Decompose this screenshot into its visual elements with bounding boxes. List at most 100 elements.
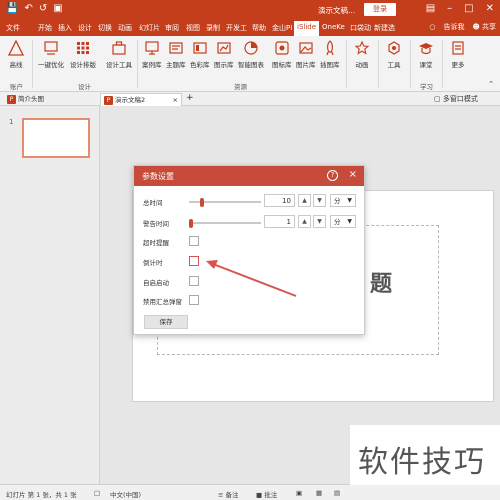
design-layout-button-label: 设计排版 <box>70 61 96 69</box>
notes-button[interactable]: ≡ 备注 <box>218 489 239 499</box>
tools-button-label: 工具 <box>387 61 401 69</box>
dialog-title: 参数设置 <box>142 172 174 181</box>
more-button-label: 更多 <box>451 61 465 69</box>
dialog-header: 参数设置 ? × <box>134 166 364 186</box>
disable-popup-checkbox[interactable] <box>189 295 199 305</box>
close-window-icon[interactable]: ✕ <box>486 3 494 14</box>
share-button[interactable]: ☻ 共享 <box>472 22 496 32</box>
total-time-input[interactable]: 10 <box>264 194 295 207</box>
comments-button[interactable]: ■ 批注 <box>256 489 277 499</box>
case-lib-button[interactable]: 案例库 <box>142 40 162 69</box>
normal-view-icon[interactable]: ▣ <box>296 489 302 497</box>
warning-time-slider-knob[interactable] <box>189 219 193 228</box>
tab-pocket-anim[interactable]: 口袋动 <box>350 23 371 33</box>
autostart-checkbox[interactable] <box>189 276 199 286</box>
icon-lib-button[interactable]: 图标库 <box>272 40 292 69</box>
maximize-icon[interactable]: □ <box>464 3 473 14</box>
tab-transitions[interactable]: 切换 <box>98 23 112 33</box>
tab-developer[interactable]: 开发工 <box>226 23 247 33</box>
tell-me-link[interactable]: 告诉我 <box>443 22 464 32</box>
ppt-icon: P <box>7 95 16 104</box>
theme-icon <box>169 42 183 54</box>
total-time-up-button[interactable]: ▲ <box>298 194 311 207</box>
document-title: 演示文稿... <box>318 6 356 15</box>
tab-animations[interactable]: 动画 <box>118 23 132 33</box>
minimize-icon[interactable]: – <box>447 3 452 14</box>
add-tab-button[interactable]: + <box>186 93 194 103</box>
image-lib-button[interactable]: 图片库 <box>296 40 316 69</box>
palette-icon <box>193 42 207 54</box>
parameter-settings-dialog: 参数设置 ? × 总时间 10 ▲ ▼ 分 ▼ 警告时间 1 ▲ ▼ 分 ▼ 超… <box>133 165 365 335</box>
star-icon <box>354 40 370 55</box>
group-design-label: 设计 <box>78 83 91 91</box>
doc-tab-presentation2[interactable]: P 演示文稿2 × <box>100 93 182 106</box>
slide-number: 1 <box>9 118 14 126</box>
close-icon[interactable]: × <box>349 169 357 180</box>
watermark: 软件技巧 <box>350 425 500 485</box>
tab-islide[interactable]: iSlide <box>294 21 320 36</box>
doc-tab-intro[interactable]: P 简介头图 <box>4 93 96 106</box>
tab-new-selection[interactable]: 新建选 <box>374 23 395 33</box>
tab-jinshan[interactable]: 金山PI <box>272 23 292 33</box>
multi-window-toggle[interactable]: ▢ 多窗口模式 <box>434 94 478 104</box>
accessibility-icon[interactable]: □ <box>94 489 100 497</box>
warning-time-up-button[interactable]: ▲ <box>298 215 311 228</box>
theme-lib-button[interactable]: 主题库 <box>166 40 186 69</box>
color-lib-button-label: 色彩库 <box>190 61 210 69</box>
graduation-cap-icon <box>419 43 433 55</box>
ppt-icon: P <box>104 96 113 105</box>
design-tools-button[interactable]: 设计工具 <box>106 40 132 69</box>
color-lib-button[interactable]: 色彩库 <box>190 40 210 69</box>
total-time-down-button[interactable]: ▼ <box>313 194 326 207</box>
more-button[interactable]: 更多 <box>450 40 466 69</box>
present-icon[interactable]: ▣ <box>53 3 62 14</box>
save-icon[interactable]: 💾 <box>6 3 18 14</box>
account-button[interactable]: 高线 <box>8 40 24 69</box>
chart-lib-button[interactable]: 图示库 <box>214 40 234 69</box>
reading-view-icon[interactable]: ▤ <box>334 489 340 497</box>
warning-time-input[interactable]: 1 <box>264 215 295 228</box>
total-time-slider-knob[interactable] <box>200 198 204 207</box>
save-button[interactable]: 保存 <box>144 315 188 329</box>
diagram-icon <box>217 42 231 54</box>
slide-thumbnail[interactable] <box>22 118 90 158</box>
language-status[interactable]: 中文(中国) <box>110 489 141 499</box>
design-layout-button[interactable]: 设计排版 <box>70 40 96 69</box>
warning-time-unit-select[interactable]: 分 ▼ <box>330 215 356 228</box>
tab-insert[interactable]: 插入 <box>58 23 72 33</box>
warning-time-slider[interactable] <box>189 219 261 228</box>
tab-oneke[interactable]: OneKe <box>322 23 345 31</box>
tab-record[interactable]: 录制 <box>206 23 220 33</box>
total-time-unit-select[interactable]: 分 ▼ <box>330 194 356 207</box>
illustration-lib-button[interactable]: 插图库 <box>320 40 340 69</box>
tab-file[interactable]: 文件 <box>6 23 20 33</box>
tab-help[interactable]: 帮助 <box>252 23 266 33</box>
redo-icon[interactable]: ↺ <box>39 3 47 14</box>
tab-review[interactable]: 审阅 <box>165 23 179 33</box>
ribbon-display-icon[interactable]: ▤ <box>426 3 435 14</box>
warning-time-down-button[interactable]: ▼ <box>313 215 326 228</box>
disable-popup-label: 禁用汇总弹窗 <box>143 298 182 306</box>
optimize-button[interactable]: 一键优化 <box>38 40 64 69</box>
sorter-view-icon[interactable]: ▦ <box>316 489 322 497</box>
collapse-ribbon-icon[interactable]: ⌃ <box>488 80 494 88</box>
animation-button[interactable]: 动画 <box>354 40 370 69</box>
tab-view[interactable]: 视图 <box>186 23 200 33</box>
classroom-button[interactable]: 课堂 <box>418 40 434 69</box>
undo-icon[interactable]: ↶ <box>24 3 32 14</box>
smart-chart-button[interactable]: 智能图表 <box>238 40 264 69</box>
tools-button[interactable]: 工具 <box>386 40 402 69</box>
total-time-slider[interactable] <box>189 198 261 207</box>
login-button[interactable]: 登录 <box>364 3 396 16</box>
toolbox-icon <box>112 41 126 55</box>
tab-design[interactable]: 设计 <box>78 23 92 33</box>
rocket-icon <box>326 40 334 56</box>
autostart-label: 自启启动 <box>143 279 169 287</box>
close-tab-icon[interactable]: × <box>173 94 178 106</box>
help-icon[interactable]: ? <box>327 170 338 181</box>
tab-slideshow[interactable]: 幻灯片 <box>139 23 160 33</box>
countdown-checkbox[interactable] <box>189 256 199 266</box>
overtime-alert-label: 超时提醒 <box>143 239 169 247</box>
overtime-alert-checkbox[interactable] <box>189 236 199 246</box>
tab-home[interactable]: 开始 <box>38 23 52 33</box>
